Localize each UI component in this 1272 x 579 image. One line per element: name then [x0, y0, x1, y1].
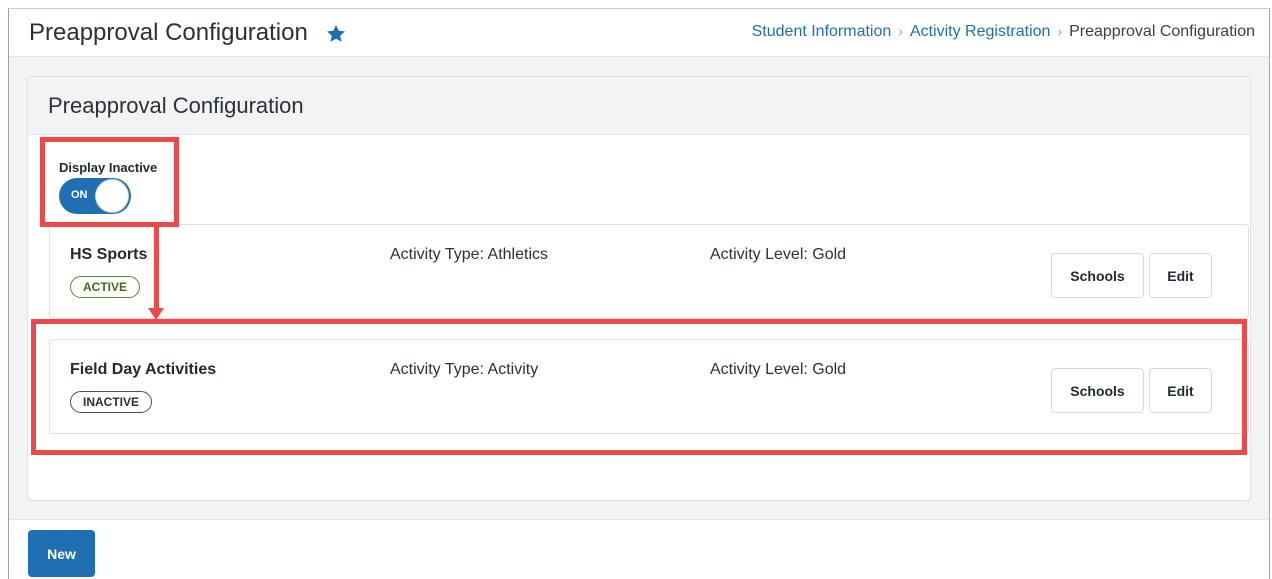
chevron-right-icon: › — [898, 23, 903, 39]
status-badge: INACTIVE — [70, 391, 153, 413]
status-badge: ACTIVE — [70, 276, 141, 298]
star-icon[interactable] — [325, 23, 347, 45]
list-item: Field Day Activities INACTIVE Activity T… — [49, 339, 1249, 434]
list-item: HS Sports ACTIVE Activity Type: Athletic… — [49, 224, 1249, 319]
top-bar: Preapproval Configuration Student Inform… — [9, 9, 1269, 57]
item-activity-level: Activity Level: Gold — [710, 246, 847, 263]
breadcrumb-current: Preapproval Configuration — [1069, 23, 1255, 40]
item-name: HS Sports — [70, 246, 148, 263]
breadcrumb: Student Information › Activity Registratio… — [752, 23, 1255, 41]
item-activity-type: Activity Type: Athletics — [390, 246, 548, 263]
item-name: Field Day Activities — [70, 361, 217, 378]
schools-button[interactable]: Schools — [1051, 368, 1144, 413]
chevron-right-icon: › — [1057, 23, 1063, 39]
toggle-knob — [95, 179, 129, 213]
display-inactive-label: Display Inactive — [59, 160, 158, 175]
page-title: Preapproval Configuration — [29, 19, 308, 46]
new-button[interactable]: New — [28, 530, 95, 577]
breadcrumb-activity-registration[interactable]: Activity Registration — [910, 23, 1051, 40]
edit-button[interactable]: Edit — [1149, 253, 1212, 298]
schools-button[interactable]: Schools — [1051, 253, 1144, 298]
edit-button[interactable]: Edit — [1149, 368, 1212, 413]
footer-bar: New — [9, 519, 1269, 579]
item-activity-level: Activity Level: Gold — [710, 361, 847, 378]
toggle-state-text: ON — [71, 189, 88, 201]
app-window: Preapproval Configuration Student Inform… — [8, 8, 1270, 579]
breadcrumb-student-information[interactable]: Student Information — [752, 23, 892, 40]
display-inactive-toggle[interactable]: ON — [59, 178, 131, 214]
card-header: Preapproval Configuration — [28, 77, 1250, 135]
card-title: Preapproval Configuration — [48, 93, 304, 118]
preapproval-card: Preapproval Configuration Display Inacti… — [27, 76, 1251, 501]
item-activity-type: Activity Type: Activity — [390, 361, 539, 378]
